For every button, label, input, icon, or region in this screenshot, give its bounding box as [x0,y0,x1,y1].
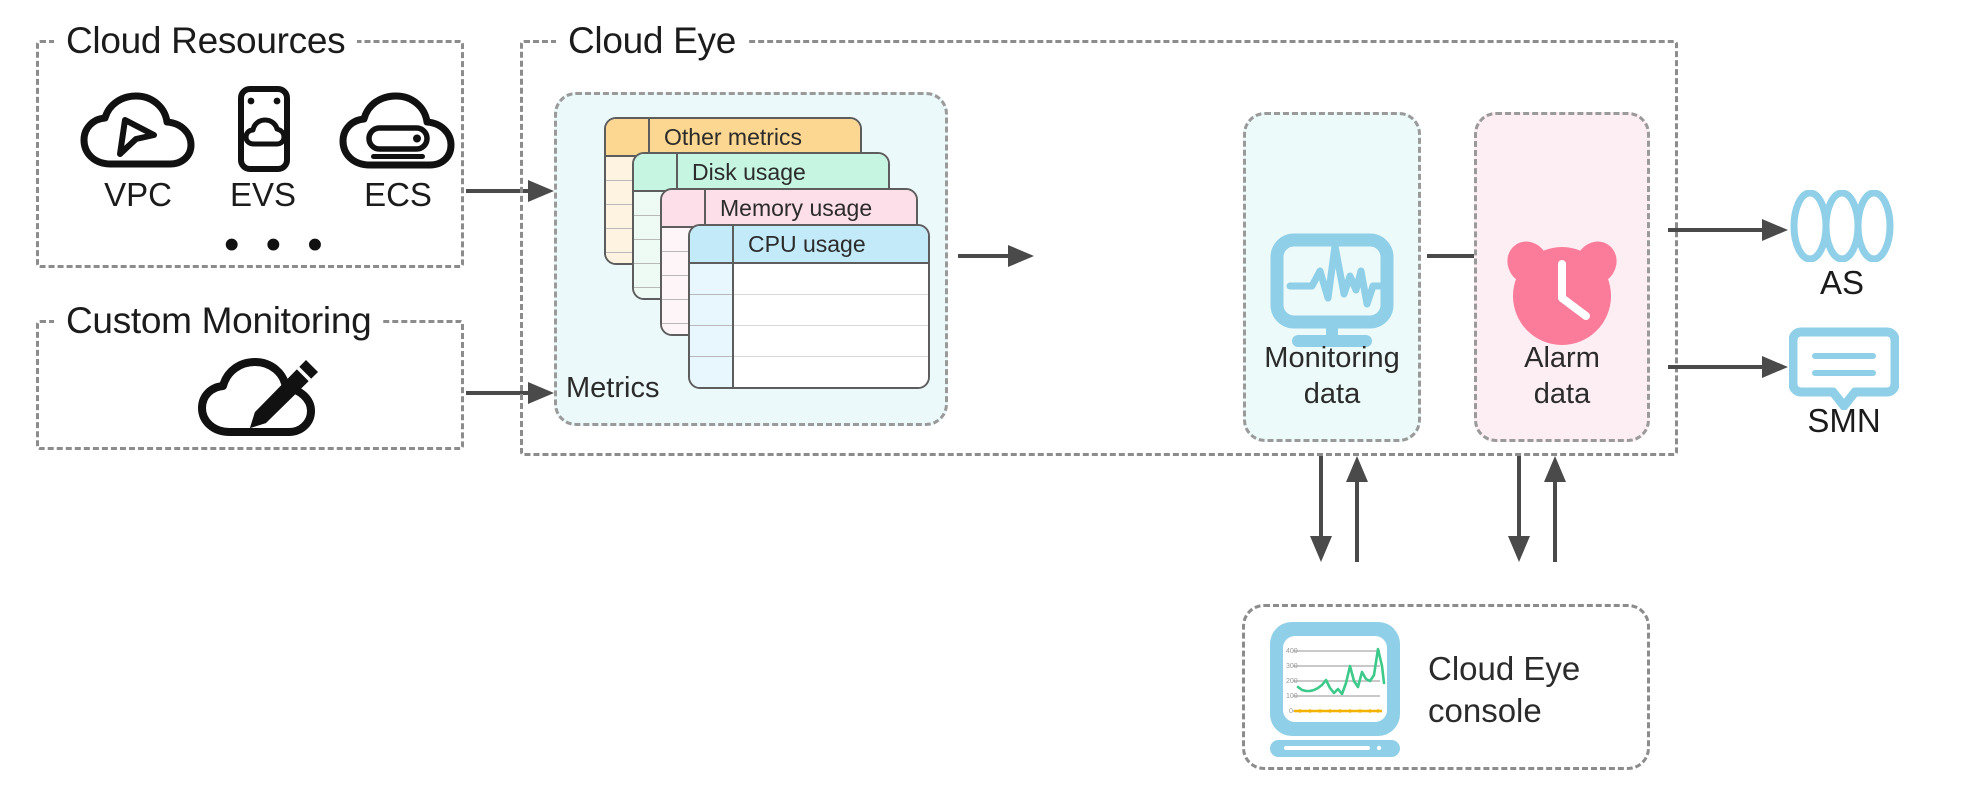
svg-text:200: 200 [1286,678,1298,685]
metric-card-memory-title: Memory usage [720,194,873,221]
monitoring-data-label-line1: Monitoring [1264,342,1400,374]
alarm-clock-icon [1507,241,1617,345]
arrow-alarm-to-console [1508,456,1530,562]
arrow-monitoring-to-console [1310,456,1332,562]
alarm-icon-box [1498,236,1626,356]
desktop-chart-icon: 400 300 200 100 0 [1270,622,1400,757]
metric-card-disk-header: Disk usage [634,154,888,192]
output-smn: SMN [1788,326,1900,439]
monitor-waveform-icon [1270,233,1394,347]
disk-cloud-icon [238,86,290,172]
metric-card-memory-header: Memory usage [662,190,916,228]
metric-card-gutter [662,190,706,226]
diagram-canvas: Cloud Resources VPC EVS ECS • • • Custom… [0,0,1961,789]
metric-card-rows [734,264,928,387]
more-services-ellipsis: • • • [224,220,330,269]
metric-card-cpu-title: CPU usage [748,230,866,257]
monitoring-data-label-line2: data [1303,378,1361,410]
arrow-metrics-to-monitoring [958,245,1034,267]
monitoring-icon-box [1268,232,1396,360]
service-evs-label: EVS [229,176,297,213]
arrow-alarm-to-as [1668,219,1788,241]
service-vpc: VPC [78,92,198,213]
metric-card-cpu-header: CPU usage [690,226,928,264]
metric-card-other-title: Other metrics [664,123,803,150]
group-cloud-resources-title: Cloud Resources [54,22,358,59]
metric-card-disk-title: Disk usage [692,158,806,185]
console-icon-box: 400 300 200 100 0 [1266,618,1404,758]
console-label-line1: Cloud Eye [1428,650,1581,687]
arrow-console-to-alarm [1544,456,1566,562]
service-ecs-label: ECS [364,176,432,213]
service-ecs: ECS [336,92,460,213]
metric-card-gutter [690,226,734,262]
arrow-alarm-to-smn [1668,356,1788,378]
metric-card-left-gutter [690,264,734,387]
metric-card-cpu: CPU usage [688,224,930,389]
service-vpc-label: VPC [104,176,172,213]
output-as: AS [1782,189,1902,301]
group-cloud-eye-title: Cloud Eye [556,22,749,59]
group-custom-monitoring-title: Custom Monitoring [54,302,384,339]
metric-card-gutter [606,119,650,155]
console-label-line2: console [1428,692,1542,729]
alarm-data-label-line2: data [1533,378,1591,410]
svg-text:0: 0 [1289,708,1293,715]
speech-bubble-icon [1788,327,1900,411]
metrics-panel-label: Metrics [566,372,660,404]
service-evs: EVS [208,86,318,213]
cloud-pencil-icon [198,358,318,436]
custom-monitoring-icon-box [194,348,324,444]
cloud-server-icon [339,92,455,169]
spring-coil-icon [1790,189,1894,263]
metric-card-gutter [634,154,678,190]
metric-card-cpu-body [690,264,928,387]
svg-text:300: 300 [1286,663,1298,670]
svg-text:100: 100 [1286,693,1298,700]
arrow-console-to-monitoring [1346,456,1368,562]
alarm-data-label-line1: Alarm [1524,342,1600,374]
cloud-cursor-icon [80,92,195,168]
output-as-label: AS [1819,264,1865,301]
output-smn-label: SMN [1807,402,1881,439]
svg-text:400: 400 [1286,648,1298,655]
